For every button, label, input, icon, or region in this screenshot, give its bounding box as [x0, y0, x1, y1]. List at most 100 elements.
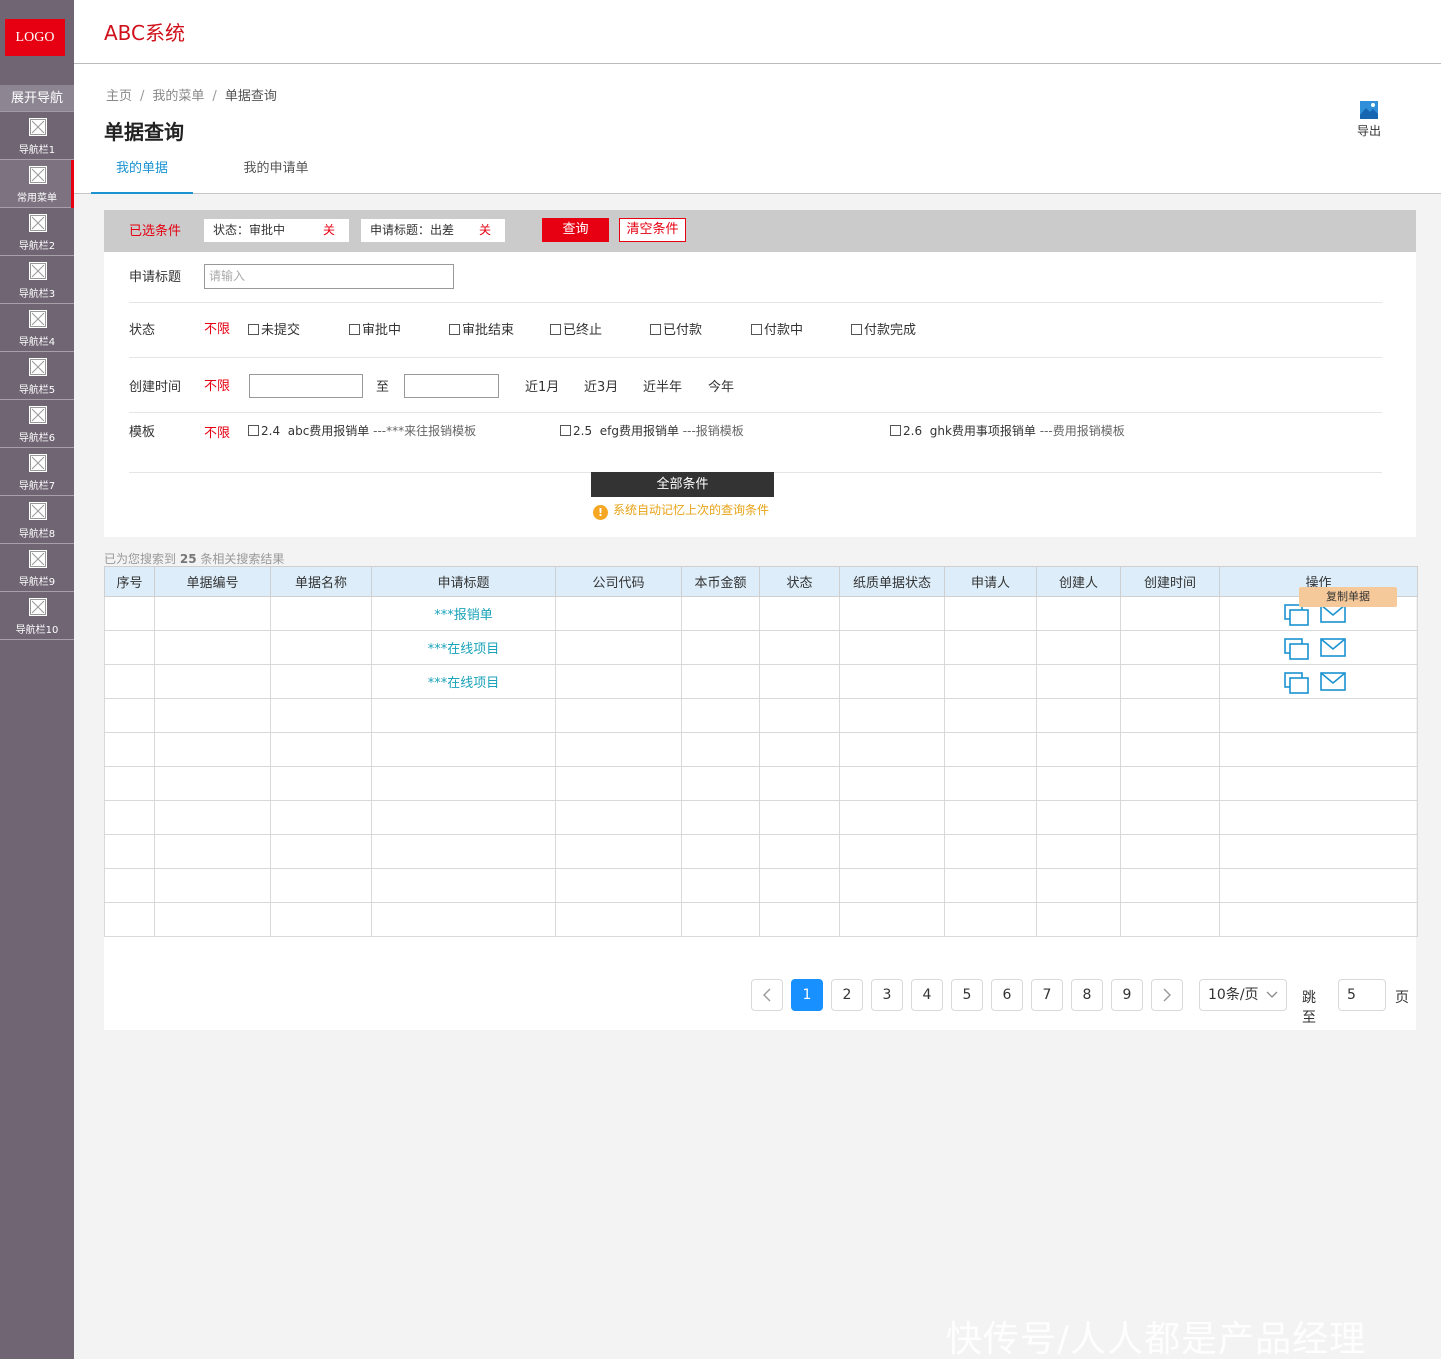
table-cell	[104, 800, 155, 835]
sidebar-item-2[interactable]: 常用菜单	[0, 160, 74, 208]
range-last-month[interactable]: 近1月	[525, 376, 559, 395]
checkbox[interactable]	[751, 324, 762, 335]
range-this-year[interactable]: 今年	[708, 376, 734, 395]
page-size-select[interactable]: 10条/页	[1199, 979, 1287, 1011]
jump-page-input[interactable]: 5	[1338, 979, 1386, 1011]
sidebar: LOGO 展开导航 导航栏1 常用菜单 导航栏2 导航栏3 导航栏4 导航栏5 导航栏6 导航…	[0, 0, 74, 1359]
sidebar-item-9[interactable]: 导航栏8	[0, 496, 74, 544]
page-button-4[interactable]: 4	[911, 979, 943, 1011]
page-header: 主页 / 我的菜单 / 单据查询 单据查询 导出 我的单据 我的申请单	[74, 64, 1441, 194]
operations-cell	[1219, 630, 1418, 665]
sidebar-item-8[interactable]: 导航栏7	[0, 448, 74, 496]
export-button[interactable]: 导出	[1354, 100, 1384, 139]
clear-conditions-button[interactable]: 清空条件	[619, 218, 686, 242]
page-button-2[interactable]: 2	[831, 979, 863, 1011]
copy-document-icon[interactable]	[1284, 672, 1310, 698]
table-cell	[681, 834, 760, 869]
mail-icon[interactable]	[1320, 638, 1346, 662]
status-option-6[interactable]: 付款中	[751, 319, 803, 338]
template-option[interactable]: 2.6 ghk费用事项报销单 ---费用报销模板	[890, 422, 1125, 439]
template-desc: ---报销模板	[682, 424, 744, 438]
column-header: 申请标题	[371, 566, 556, 597]
all-conditions-button[interactable]: 全部条件	[591, 472, 774, 497]
sidebar-item-label: 导航栏3	[18, 289, 56, 300]
status-option-4[interactable]: 已终止	[550, 319, 602, 338]
selected-conditions-label: 已选条件	[129, 224, 182, 239]
breadcrumb-my-menu[interactable]: 我的菜单	[152, 89, 204, 104]
sidebar-item-4[interactable]: 导航栏3	[0, 256, 74, 304]
table-row	[104, 868, 1418, 903]
sidebar-item-label: 导航栏9	[18, 577, 56, 588]
title-search-input[interactable]: 请输入	[204, 264, 454, 289]
table-cell	[759, 630, 840, 665]
table-row	[104, 902, 1418, 937]
table-cell	[104, 732, 155, 767]
status-option-2[interactable]: 审批中	[349, 319, 401, 338]
end-date-input[interactable]	[404, 374, 499, 398]
column-header: 单据名称	[270, 566, 372, 597]
sidebar-item-6[interactable]: 导航栏5	[0, 352, 74, 400]
table-cell	[1120, 732, 1220, 767]
page-button-5[interactable]: 5	[951, 979, 983, 1011]
application-title-link[interactable]: ***在线项目	[371, 664, 556, 699]
checkbox[interactable]	[550, 324, 561, 335]
template-unlimited-option[interactable]: 不限	[204, 422, 230, 441]
query-button[interactable]: 查询	[542, 218, 609, 242]
prev-page-button[interactable]	[751, 979, 783, 1011]
checkbox[interactable]	[349, 324, 360, 335]
copy-document-icon[interactable]	[1284, 638, 1310, 664]
checkbox[interactable]	[449, 324, 460, 335]
page-button-3[interactable]: 3	[871, 979, 903, 1011]
status-option-label: 付款完成	[864, 323, 917, 338]
table-cell	[555, 596, 682, 631]
table-cell	[759, 766, 840, 801]
checkbox[interactable]	[248, 425, 259, 436]
row-actions	[1284, 638, 1356, 664]
start-date-input[interactable]	[249, 374, 363, 398]
operations-cell	[1219, 732, 1418, 767]
checkbox[interactable]	[248, 324, 259, 335]
checkbox[interactable]	[851, 324, 862, 335]
sidebar-item-5[interactable]: 导航栏4	[0, 304, 74, 352]
checkbox[interactable]	[890, 425, 901, 436]
status-option-3[interactable]: 审批结束	[449, 319, 514, 338]
checkbox[interactable]	[560, 425, 571, 436]
next-page-button[interactable]	[1151, 979, 1183, 1011]
page-button-6[interactable]: 6	[991, 979, 1023, 1011]
range-last-half-year[interactable]: 近半年	[643, 376, 682, 395]
template-option[interactable]: 2.4 abc费用报销单 ---***来往报销模板	[248, 422, 476, 439]
sidebar-item-7[interactable]: 导航栏6	[0, 400, 74, 448]
page-button-7[interactable]: 7	[1031, 979, 1063, 1011]
page-button-9[interactable]: 9	[1111, 979, 1143, 1011]
page-button-1[interactable]: 1	[791, 979, 823, 1011]
table-cell	[1036, 902, 1121, 937]
sidebar-item-1[interactable]: 导航栏1	[0, 112, 74, 160]
tab-my-applications[interactable]: 我的申请单	[223, 152, 329, 194]
chip-close-button[interactable]: 关	[323, 219, 335, 242]
status-option-5[interactable]: 已付款	[650, 319, 702, 338]
page-button-8[interactable]: 8	[1071, 979, 1103, 1011]
checkbox[interactable]	[650, 324, 661, 335]
copy-document-icon[interactable]	[1284, 604, 1310, 630]
sidebar-item-10[interactable]: 导航栏9	[0, 544, 74, 592]
chevron-down-icon	[1266, 991, 1278, 998]
expand-nav-button[interactable]: 展开导航	[0, 85, 74, 112]
operations-cell	[1219, 698, 1418, 733]
sidebar-item-3[interactable]: 导航栏2	[0, 208, 74, 256]
application-title-link[interactable]: ***在线项目	[371, 630, 556, 665]
status-unlimited-option[interactable]: 不限	[204, 318, 230, 337]
template-option[interactable]: 2.5 efg费用报销单 ---报销模板	[560, 422, 744, 439]
tab-my-documents[interactable]: 我的单据	[91, 152, 193, 194]
sidebar-item-label: 导航栏8	[18, 529, 56, 540]
created-time-unlimited-option[interactable]: 不限	[204, 375, 230, 394]
status-option-1[interactable]: 未提交	[248, 319, 300, 338]
table-cell	[1036, 596, 1121, 631]
mail-icon[interactable]	[1320, 672, 1346, 696]
range-last-3-months[interactable]: 近3月	[584, 376, 618, 395]
breadcrumb-home[interactable]: 主页	[106, 89, 132, 104]
mail-icon[interactable]	[1320, 604, 1346, 628]
application-title-link[interactable]: ***报销单	[371, 596, 556, 631]
sidebar-item-11[interactable]: 导航栏10	[0, 592, 74, 640]
status-option-7[interactable]: 付款完成	[851, 319, 916, 338]
chip-close-button[interactable]: 关	[479, 219, 491, 242]
